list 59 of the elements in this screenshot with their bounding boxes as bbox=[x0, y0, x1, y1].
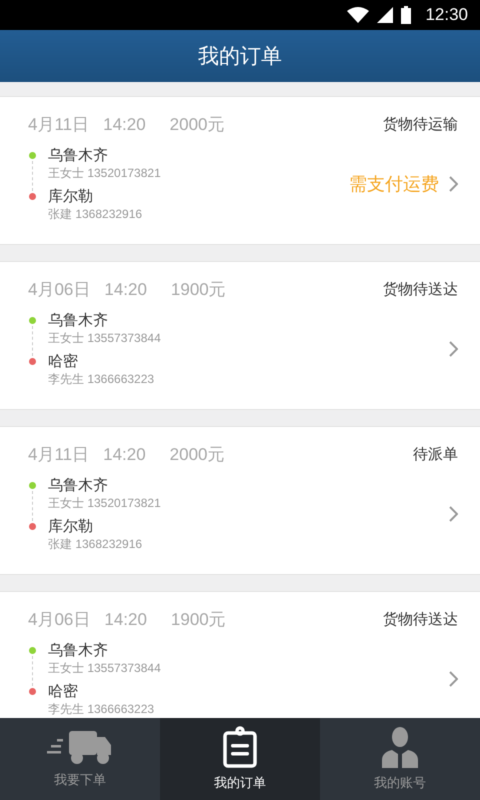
origin-contact: 王女士 13557373844 bbox=[48, 330, 161, 346]
destination-contact: 张建 1368232916 bbox=[48, 536, 144, 552]
destination-city: 哈密 bbox=[48, 682, 79, 701]
order-status: 货物待运输 bbox=[383, 115, 458, 134]
order-date: 4月06日 bbox=[28, 279, 90, 301]
clipboard-icon bbox=[222, 726, 258, 768]
battery-icon bbox=[401, 6, 412, 24]
nav-tab[interactable]: 我要下单 bbox=[0, 718, 160, 800]
order-card[interactable]: 4月11日 14:20 2000元 货物待运输 乌鲁木齐 王女士 13520173821 库尔勒 张建 1368232916 需支付运费 bbox=[0, 96, 480, 245]
chevron-right-icon[interactable] bbox=[449, 176, 458, 192]
nav-tab[interactable]: 我的订单 bbox=[160, 718, 320, 800]
order-price: 2000元 bbox=[170, 114, 224, 136]
order-card[interactable]: 4月11日 14:20 2000元 待派单 乌鲁木齐 王女士 13520173821 库尔勒 张建 1368232916 bbox=[0, 426, 480, 575]
origin-contact: 王女士 13520173821 bbox=[48, 165, 161, 181]
destination-contact: 李先生 1366663223 bbox=[48, 701, 156, 717]
destination-dot bbox=[28, 688, 36, 695]
destination-dot bbox=[28, 358, 36, 365]
origin-dot bbox=[28, 317, 36, 324]
order-price: 1900元 bbox=[170, 609, 226, 631]
chevron-right-icon[interactable] bbox=[449, 671, 458, 687]
origin-contact: 王女士 13520173821 bbox=[48, 495, 161, 511]
origin-dot bbox=[28, 647, 36, 654]
destination-dot bbox=[28, 523, 36, 530]
order-status: 货物待送达 bbox=[383, 610, 458, 629]
order-card[interactable]: 4月06日 14:20 1900元 货物待送达 乌鲁木齐 王女士 13557373844 哈密 李先生 1366663223 bbox=[0, 591, 480, 718]
person-icon bbox=[382, 726, 418, 768]
order-status: 货物待送达 bbox=[383, 280, 458, 299]
order-time: 14:20 bbox=[103, 114, 146, 134]
signal-icon bbox=[377, 7, 394, 23]
order-card[interactable]: 4月06日 14:20 1900元 货物待送达 乌鲁木齐 王女士 13557373844 哈密 李先生 1366663223 bbox=[0, 261, 480, 410]
origin-city: 乌鲁木齐 bbox=[48, 476, 109, 495]
origin-city: 乌鲁木齐 bbox=[48, 311, 109, 330]
status-time: 12:30 bbox=[425, 5, 468, 25]
order-price: 1900元 bbox=[170, 279, 226, 301]
origin-dot bbox=[28, 482, 36, 489]
destination-contact: 李先生 1366663223 bbox=[48, 371, 156, 387]
page-title: 我的订单 bbox=[198, 43, 282, 70]
chevron-right-icon[interactable] bbox=[449, 506, 458, 522]
order-time: 14:20 bbox=[104, 280, 147, 300]
destination-city: 哈密 bbox=[48, 352, 79, 371]
order-date: 4月06日 bbox=[28, 609, 90, 631]
wifi-icon bbox=[347, 7, 370, 23]
order-time: 14:20 bbox=[103, 444, 146, 464]
origin-dot bbox=[28, 152, 36, 159]
order-date: 4月11日 bbox=[28, 444, 90, 466]
order-price: 2000元 bbox=[170, 444, 224, 466]
order-date: 4月11日 bbox=[28, 114, 90, 136]
destination-dot bbox=[28, 193, 36, 200]
origin-city: 乌鲁木齐 bbox=[48, 146, 109, 165]
origin-city: 乌鲁木齐 bbox=[48, 641, 109, 660]
nav-tab[interactable]: 我的账号 bbox=[320, 718, 480, 800]
origin-contact: 王女士 13557373844 bbox=[48, 660, 161, 676]
destination-city: 库尔勒 bbox=[48, 517, 94, 536]
order-time: 14:20 bbox=[104, 610, 147, 630]
destination-city: 库尔勒 bbox=[48, 187, 94, 206]
order-status: 待派单 bbox=[413, 445, 458, 464]
destination-contact: 张建 1368232916 bbox=[48, 206, 144, 222]
truck-icon bbox=[47, 729, 113, 765]
chevron-right-icon[interactable] bbox=[449, 341, 458, 357]
